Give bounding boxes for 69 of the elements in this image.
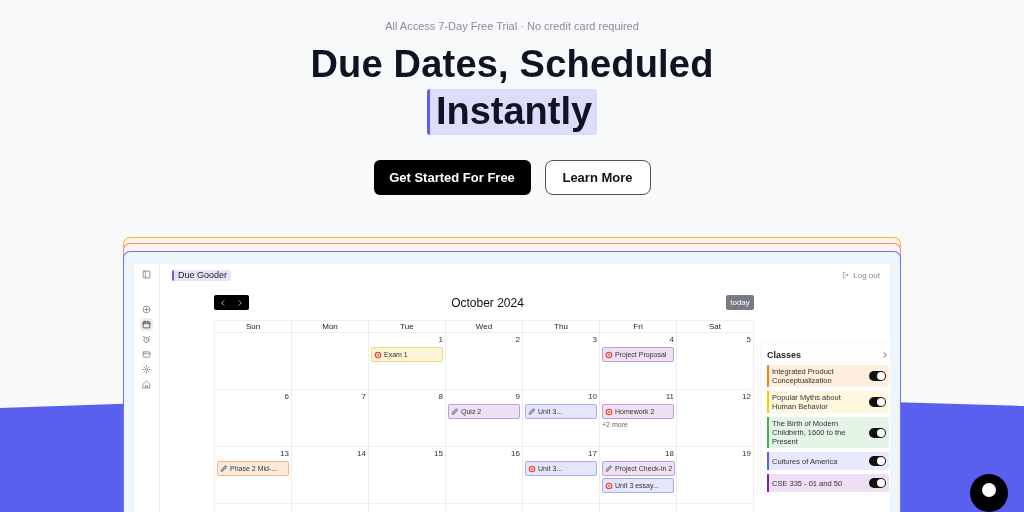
tagline: All Access 7-Day Free Trial · No credit card required	[385, 19, 639, 33]
sidebar-item[interactable]	[140, 318, 153, 331]
logout-icon	[842, 271, 851, 279]
weekday-header: Mon	[292, 321, 369, 333]
day-number: 5	[745, 335, 751, 344]
day-cell[interactable]: 19	[677, 447, 754, 504]
sidebar-toggle-icon	[142, 270, 151, 279]
day-number: 1	[437, 335, 443, 344]
weekday-header: Sun	[215, 321, 292, 333]
logout-link[interactable]: Log out	[842, 270, 880, 280]
today-button[interactable]: today	[726, 295, 754, 310]
sidebar-item[interactable]	[140, 378, 153, 391]
sidebar-item[interactable]	[140, 333, 153, 346]
day-cell[interactable]: 7	[292, 390, 369, 447]
day-number: 16	[510, 449, 520, 458]
toggle-switch[interactable]	[869, 478, 886, 488]
day-number: 7	[360, 392, 366, 401]
day-number: 13	[279, 449, 289, 458]
day-cell[interactable]: 16	[446, 447, 523, 504]
weekday-header: Wed	[446, 321, 523, 333]
chevron-left-icon	[218, 298, 227, 307]
weekday-header: Thu	[523, 321, 600, 333]
toggle-switch[interactable]	[869, 371, 886, 381]
day-cell[interactable]: 14	[292, 447, 369, 504]
target-icon	[605, 350, 613, 359]
calendar-icon	[142, 320, 151, 329]
home-icon	[142, 380, 151, 389]
toggle-switch[interactable]	[869, 397, 886, 407]
day-number: 8	[437, 392, 443, 401]
day-number: 10	[587, 392, 597, 401]
day-cell[interactable]: 6	[215, 390, 292, 447]
day-number: 2	[514, 335, 520, 344]
day-number: 14	[356, 449, 366, 458]
day-cell[interactable]: 3	[523, 333, 600, 390]
day-cell[interactable]: 5	[677, 333, 754, 390]
toggle-switch[interactable]	[869, 427, 886, 438]
day-number: 19	[741, 449, 751, 458]
target-icon	[528, 464, 536, 473]
classes-title: Classes	[767, 350, 802, 360]
weekday-header: Fri	[600, 321, 677, 333]
day-cell[interactable]: 12	[677, 390, 754, 447]
get-started-button[interactable]: Get Started For Free	[373, 160, 531, 195]
headline: Due Dates, Scheduled	[310, 42, 714, 87]
card-icon	[142, 350, 151, 359]
day-number: 17	[587, 449, 597, 458]
day-number: 15	[433, 449, 443, 458]
learn-more-button[interactable]: Learn More	[544, 160, 651, 195]
day-number: 9	[514, 392, 520, 401]
target-icon	[605, 481, 613, 490]
day-cell[interactable]: 15	[369, 447, 446, 504]
day-number: 6	[283, 392, 289, 401]
weekday-header: Tue	[369, 321, 446, 333]
target-icon	[605, 407, 613, 416]
toggle-switch[interactable]	[869, 456, 886, 466]
day-number: 11	[664, 392, 674, 401]
alarm-clock-icon	[142, 335, 151, 344]
day-number: 12	[741, 392, 751, 401]
weekday-header: Sat	[677, 321, 754, 333]
day-cell[interactable]: 2	[446, 333, 523, 390]
app-logo: Due Gooder	[172, 269, 232, 281]
day-number: 4	[668, 335, 674, 344]
day-cell[interactable]: 8	[369, 390, 446, 447]
month-title: October 2024	[451, 295, 524, 310]
day-number: 3	[591, 335, 597, 344]
highlighted-headline: Instantly	[426, 89, 598, 135]
chevron-right-icon	[881, 351, 889, 359]
chevron-right-icon	[236, 298, 245, 307]
target-icon	[374, 350, 382, 359]
day-number: 18	[664, 449, 674, 458]
